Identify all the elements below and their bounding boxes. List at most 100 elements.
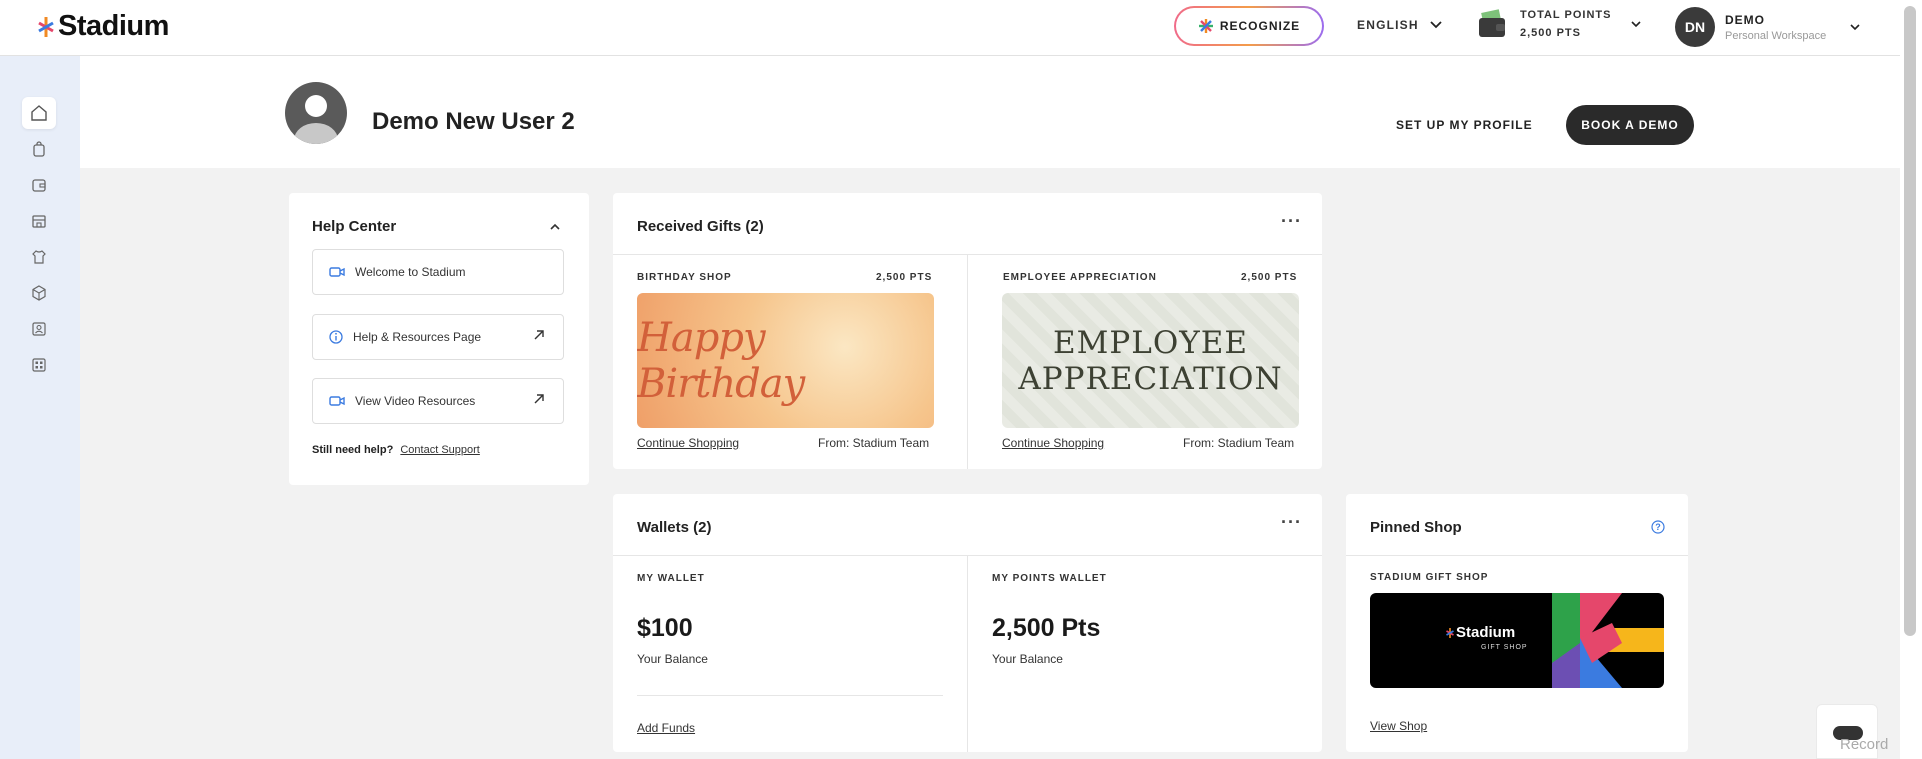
divider: [1346, 555, 1688, 556]
help-circle-icon[interactable]: ?: [1651, 520, 1665, 534]
total-points-title: TOTAL POINTS: [1520, 9, 1612, 21]
shop-graphic: [1552, 593, 1664, 688]
gift-points: 2,500 PTS: [1241, 272, 1298, 283]
external-link-icon: [534, 394, 544, 404]
user-name: DEMO: [1725, 12, 1765, 27]
help-item-label: Welcome to Stadium: [355, 265, 466, 279]
store-icon: [32, 215, 46, 228]
box-icon: [32, 285, 46, 301]
language-selector[interactable]: ENGLISH: [1357, 18, 1443, 32]
gift-image-text: EMPLOYEE: [1053, 324, 1248, 361]
user-avatar: DN: [1675, 7, 1715, 47]
received-gifts-title: Received Gifts (2): [637, 218, 764, 235]
shirt-icon: [32, 250, 46, 264]
total-points-value: 2,500 PTS: [1520, 27, 1581, 39]
book-demo-button[interactable]: BOOK A DEMO: [1566, 105, 1694, 145]
stadium-logo[interactable]: Stadium: [38, 10, 169, 43]
page-title: Demo New User 2: [372, 108, 575, 135]
video-icon: [329, 396, 345, 406]
sidebar-item-contacts[interactable]: [22, 313, 56, 345]
user-menu[interactable]: DN DEMO Personal Workspace: [1675, 7, 1862, 47]
gift-shop-logo: Stadium: [1446, 624, 1515, 641]
total-points-dropdown[interactable]: TOTAL POINTS 2,500 PTS: [1476, 6, 1643, 42]
wallets-card: Wallets (2) ··· MY WALLET $100 Your Bala…: [613, 494, 1322, 752]
still-need-help-text: Still need help?: [312, 444, 394, 456]
help-footer: Still need help? Contact Support: [312, 444, 480, 456]
external-link-icon: [534, 330, 544, 340]
divider: [967, 254, 968, 469]
setup-profile-link[interactable]: SET UP MY PROFILE: [1396, 118, 1533, 132]
continue-shopping-link[interactable]: Continue Shopping: [1002, 436, 1104, 450]
help-center-card: Help Center Welcome to Stadium Help & Re…: [289, 193, 589, 485]
language-label: ENGLISH: [1357, 18, 1419, 32]
user-silhouette-icon: [294, 95, 338, 144]
wallet-icon: [32, 179, 46, 192]
wallet-cash-icon: [1479, 9, 1505, 37]
view-shop-link[interactable]: View Shop: [1370, 719, 1427, 733]
gift-image-text: APPRECIATION: [1018, 360, 1283, 397]
gift-shop-logo-text: Stadium: [1456, 624, 1516, 641]
chevron-down-icon: [1631, 21, 1642, 28]
chevron-down-icon: [1430, 21, 1442, 29]
more-options-icon[interactable]: ···: [1281, 512, 1302, 533]
gift-points: 2,500 PTS: [876, 272, 933, 283]
gift-from: From: Stadium Team: [1183, 436, 1295, 450]
sidebar-item-wallet[interactable]: [22, 169, 56, 201]
wallets-title: Wallets (2): [637, 519, 712, 536]
help-center-title: Help Center: [312, 218, 397, 235]
sidebar-item-store[interactable]: [22, 205, 56, 237]
appreciation-gift-image[interactable]: EMPLOYEE APPRECIATION: [1002, 293, 1299, 428]
stadium-logo-icon: [38, 16, 54, 37]
grid-icon: [32, 358, 46, 372]
help-item-welcome[interactable]: Welcome to Stadium: [312, 249, 564, 295]
chevron-down-icon: [1850, 24, 1860, 31]
help-item-label: Help & Resources Page: [353, 330, 482, 344]
help-item-resources[interactable]: Help & Resources Page: [312, 314, 564, 360]
video-icon: [329, 267, 345, 277]
gift-image-text: Happy Birthday: [637, 314, 805, 407]
wallet-balance-label: Your Balance: [637, 652, 708, 666]
help-item-label: View Video Resources: [355, 394, 476, 408]
gift-shop-label: EMPLOYEE APPRECIATION: [1003, 272, 1157, 283]
wallet-label: MY POINTS WALLET: [992, 573, 1107, 584]
divider: [637, 695, 943, 696]
pinned-shop-card: Pinned Shop ? STADIUM GIFT SHOP Stadium …: [1346, 494, 1688, 752]
contact-support-link[interactable]: Contact Support: [400, 444, 480, 456]
recognize-label: RECOGNIZE: [1219, 19, 1301, 33]
sidebar-item-apps[interactable]: [22, 349, 56, 381]
sidebar-item-apparel[interactable]: [22, 241, 56, 273]
wallet-label: MY WALLET: [637, 573, 705, 584]
home-icon: [31, 105, 47, 121]
scrollbar-thumb[interactable]: [1904, 6, 1916, 636]
profile-avatar[interactable]: [285, 82, 347, 144]
workspace-name: Personal Workspace: [1725, 29, 1827, 42]
stadium-gift-shop-image[interactable]: Stadium GIFT SHOP: [1370, 593, 1664, 688]
divider: [967, 555, 968, 752]
recognize-button[interactable]: RECOGNIZE: [1174, 6, 1324, 46]
shop-label: STADIUM GIFT SHOP: [1370, 572, 1489, 583]
wallet-balance: $100: [637, 614, 693, 642]
add-funds-link[interactable]: Add Funds: [637, 721, 695, 735]
shopping-bag-icon: [33, 141, 45, 157]
gift-shop-label: BIRTHDAY SHOP: [637, 272, 732, 283]
sidebar-item-products[interactable]: [22, 277, 56, 309]
sidebar-item-home[interactable]: [22, 97, 56, 129]
contacts-icon: [32, 322, 46, 336]
top-bar: Stadium RECOGNIZE ENGLISH TOTAL POINTS 2…: [0, 0, 1922, 56]
more-options-icon[interactable]: ···: [1281, 211, 1302, 232]
chevron-up-icon[interactable]: [549, 222, 561, 232]
gift-shop-subtext: GIFT SHOP: [1481, 644, 1528, 651]
help-item-videos[interactable]: View Video Resources: [312, 378, 564, 424]
record-label: Record: [1840, 736, 1889, 753]
svg-text:?: ?: [1655, 522, 1661, 532]
wallet-balance: 2,500 Pts: [992, 614, 1101, 642]
sidebar-item-shopping-bag[interactable]: [22, 133, 56, 165]
sparkle-icon: [1198, 19, 1213, 33]
continue-shopping-link[interactable]: Continue Shopping: [637, 436, 739, 450]
wallet-balance-label: Your Balance: [992, 652, 1063, 666]
pinned-shop-title: Pinned Shop: [1370, 519, 1462, 536]
birthday-gift-image[interactable]: Happy Birthday: [637, 293, 934, 428]
info-icon: [329, 330, 343, 344]
stadium-logo-icon: [1446, 627, 1454, 638]
gift-from: From: Stadium Team: [818, 436, 930, 450]
